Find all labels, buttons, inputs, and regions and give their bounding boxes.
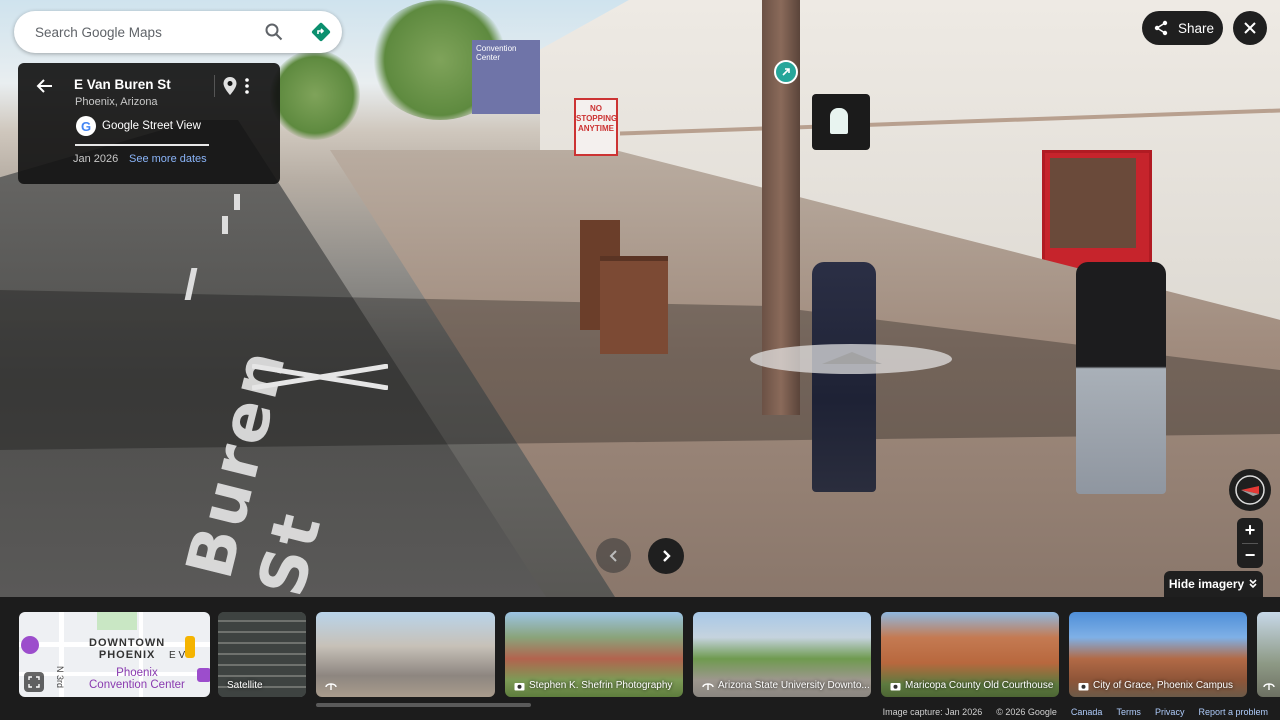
street-view-thumbnail[interactable]: Arizona State University Downto... xyxy=(693,612,871,697)
thumbnail-label xyxy=(1263,681,1275,691)
map-pin-icon[interactable] xyxy=(222,76,240,98)
footer-link-terms[interactable]: Terms xyxy=(1116,707,1141,720)
map-thumbnail[interactable]: DOWNTOWN PHOENIX E V N 3rd Phoenix Conve… xyxy=(19,612,210,697)
map-poi-line: Convention Center xyxy=(89,679,185,691)
thumbnail-label: Arizona State University Downto... xyxy=(702,680,870,691)
street-view-icon xyxy=(325,683,337,690)
search-input[interactable] xyxy=(35,24,255,40)
thumbnail-label: Maricopa County Old Courthouse xyxy=(890,680,1053,691)
see-more-dates-link[interactable]: See more dates xyxy=(129,153,207,165)
thumbnail-text: Stephen K. Shefrin Photography xyxy=(529,680,673,691)
footer-link-privacy[interactable]: Privacy xyxy=(1155,707,1185,720)
footer-link-canada[interactable]: Canada xyxy=(1071,707,1103,720)
close-icon xyxy=(1244,22,1256,34)
pedestrian-signal xyxy=(812,94,870,150)
park-area xyxy=(97,612,137,630)
camera-icon xyxy=(890,682,901,690)
lane-dash xyxy=(234,194,240,210)
google-logo-icon: G xyxy=(76,116,96,136)
divider xyxy=(75,144,209,146)
map-street-label: N 3rd xyxy=(55,665,66,689)
photo-thumbnail[interactable]: Maricopa County Old Courthouse xyxy=(881,612,1059,697)
hide-imagery-label: Hide imagery xyxy=(1168,577,1245,591)
image-capture-date: Image capture: Jan 2026 xyxy=(882,707,983,717)
trash-can xyxy=(600,256,668,354)
no-stopping-sign: NO STOPPING ANYTIME xyxy=(574,98,618,156)
photo-thumbnail[interactable]: City of Grace, Phoenix Campus xyxy=(1069,612,1247,697)
satellite-label: Satellite xyxy=(227,680,263,691)
thumbnail-text: City of Grace, Phoenix Campus xyxy=(1093,680,1234,691)
tree xyxy=(270,50,360,140)
satellite-thumbnail[interactable]: Satellite xyxy=(218,612,306,697)
map-label-line: PHOENIX xyxy=(98,649,156,661)
directional-sign: Convention Center xyxy=(472,40,540,114)
thumbnail-label: City of Grace, Phoenix Campus xyxy=(1078,680,1233,691)
street-view-icon xyxy=(1263,683,1275,690)
expand-map-icon[interactable] xyxy=(24,672,44,692)
street-view-thumbnail[interactable] xyxy=(316,612,495,697)
location-subtitle: Phoenix, Arizona xyxy=(75,96,158,108)
map-label-downtown: DOWNTOWN PHOENIX xyxy=(89,637,165,661)
zoom-control: + − xyxy=(1237,518,1263,568)
chevron-left-icon xyxy=(609,549,617,562)
street-view-thumbnail[interactable] xyxy=(1257,612,1280,697)
capture-date: Jan 2026 xyxy=(73,153,119,165)
search-box xyxy=(14,11,342,53)
pedestrian xyxy=(1076,262,1166,494)
camera-icon xyxy=(1078,682,1089,690)
directions-icon[interactable] xyxy=(308,19,334,45)
camera-icon xyxy=(514,682,525,690)
footer: Image capture: Jan 2026 © 2026 Google Ca… xyxy=(0,707,1280,720)
thumbnail-label: Stephen K. Shefrin Photography xyxy=(514,680,672,691)
chevron-right-icon xyxy=(663,550,671,562)
more-options-icon[interactable] xyxy=(244,77,258,97)
sign-text: NO STOPPING ANYTIME xyxy=(576,104,618,133)
provider-label: Google Street View xyxy=(102,120,201,132)
lane-dash xyxy=(222,216,228,234)
compass-button[interactable] xyxy=(1229,469,1271,511)
thumbnail-text: Maricopa County Old Courthouse xyxy=(905,680,1054,691)
poster-image xyxy=(1050,158,1136,248)
map-street-label: E V xyxy=(169,650,186,661)
share-label: Share xyxy=(1178,20,1215,36)
photo-thumbnail[interactable]: Stephen K. Shefrin Photography xyxy=(505,612,683,697)
search-icon[interactable] xyxy=(262,20,286,44)
close-button[interactable] xyxy=(1233,11,1267,45)
location-info-card: E Van Buren St Phoenix, Arizona G Google… xyxy=(18,63,280,184)
poi-marker-icon xyxy=(197,668,210,682)
pedestrian xyxy=(812,262,876,492)
next-arrow-button[interactable] xyxy=(648,538,684,574)
double-chevron-down-icon xyxy=(1249,579,1257,589)
map-poi-line: Phoenix xyxy=(116,667,158,679)
compass-icon xyxy=(1235,475,1265,505)
share-button[interactable]: Share xyxy=(1142,11,1223,45)
footer-link-report[interactable]: Report a problem xyxy=(1198,707,1268,720)
location-marker-icon[interactable] xyxy=(774,60,798,84)
divider xyxy=(214,75,215,97)
copyright: © 2026 Google xyxy=(996,707,1057,717)
zoom-out-button[interactable]: − xyxy=(1237,543,1263,568)
movement-cursor[interactable] xyxy=(750,344,952,374)
thumbnail-label xyxy=(325,681,341,691)
map-label-line: DOWNTOWN xyxy=(89,637,166,649)
poi-marker-icon xyxy=(21,636,39,654)
hide-imagery-button[interactable]: Hide imagery xyxy=(1164,571,1263,597)
sign-text: Convention Center xyxy=(476,44,517,62)
map-poi-label: Phoenix Convention Center xyxy=(89,667,185,691)
street-view-icon xyxy=(702,682,714,690)
imagery-filmstrip: DOWNTOWN PHOENIX E V N 3rd Phoenix Conve… xyxy=(0,597,1280,720)
back-arrow-icon[interactable] xyxy=(36,77,56,97)
thumbnail-text: Arizona State University Downto... xyxy=(718,680,870,691)
previous-arrow-button[interactable] xyxy=(596,538,631,573)
share-icon xyxy=(1154,20,1168,36)
location-title: E Van Buren St xyxy=(74,77,171,92)
street-view-provider: G Google Street View xyxy=(76,116,201,136)
zoom-in-button[interactable]: + xyxy=(1237,518,1263,543)
pegman-icon[interactable] xyxy=(185,636,195,658)
